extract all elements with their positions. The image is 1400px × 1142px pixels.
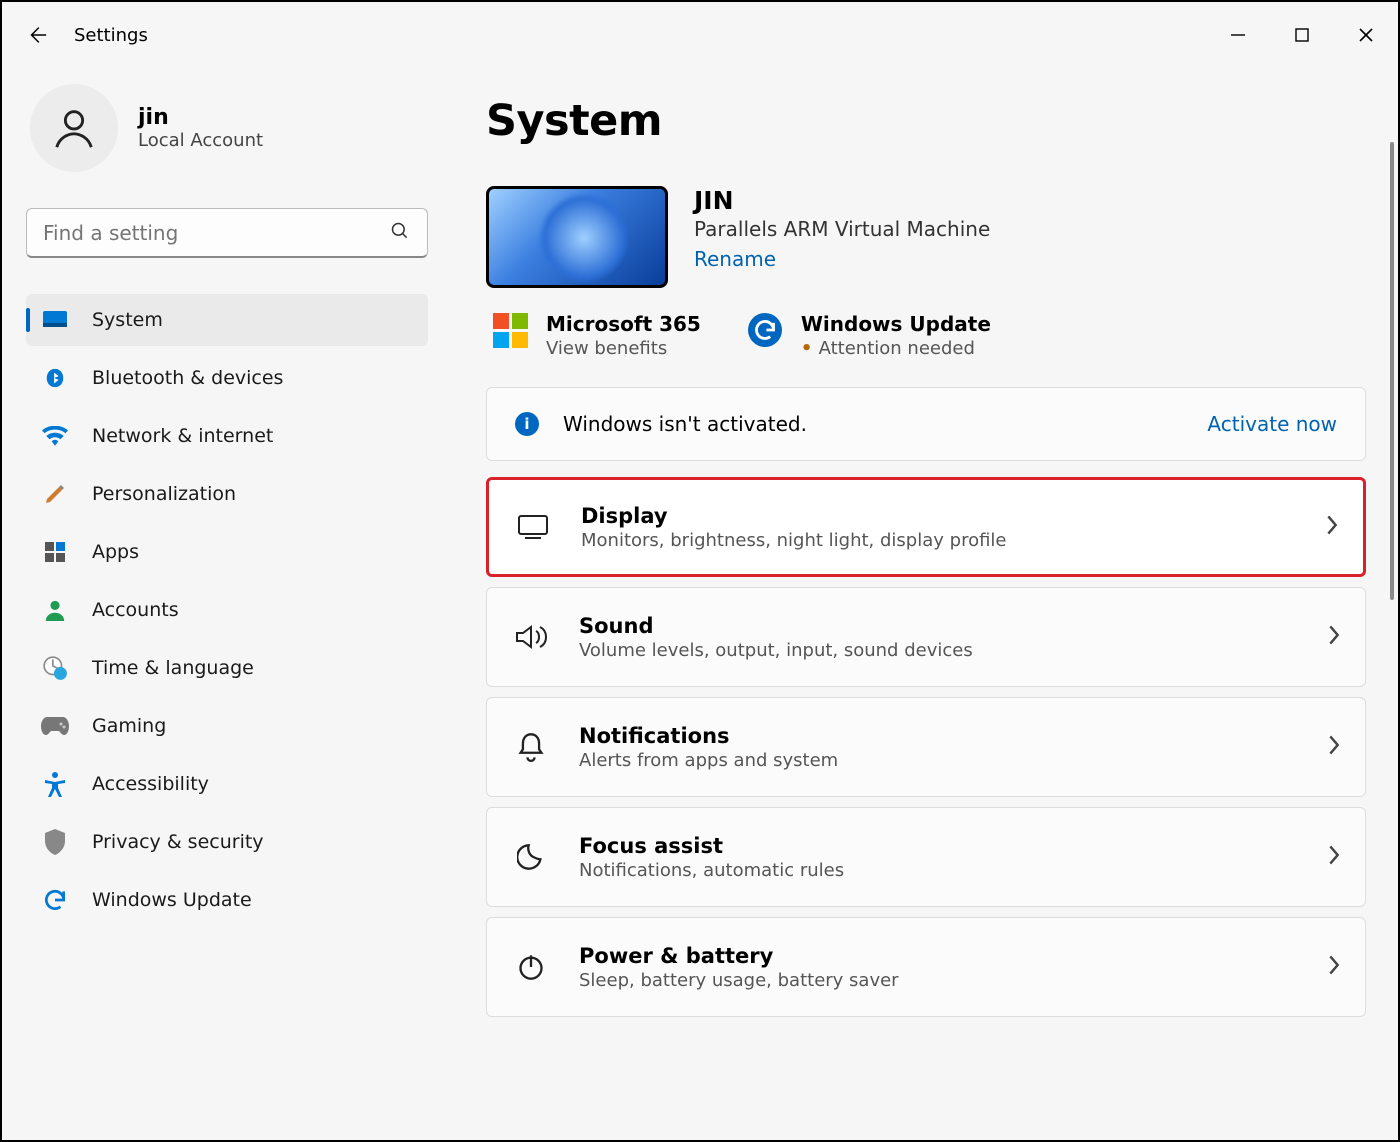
moon-icon — [511, 843, 551, 871]
bluetooth-icon — [40, 365, 70, 391]
tile-windows-update[interactable]: Windows Update Attention needed — [747, 312, 991, 359]
gamepad-icon — [40, 717, 70, 735]
pc-description: Parallels ARM Virtual Machine — [694, 217, 990, 241]
nav-label: Gaming — [92, 715, 166, 737]
chevron-right-icon — [1327, 954, 1341, 980]
card-sub: Monitors, brightness, night light, displ… — [581, 530, 1297, 551]
apps-icon — [40, 540, 70, 564]
person-icon — [51, 105, 97, 151]
profile-block[interactable]: jin Local Account — [26, 84, 428, 172]
nav-system[interactable]: System — [26, 294, 428, 346]
card-title: Notifications — [579, 724, 1299, 748]
nav-label: Apps — [92, 541, 139, 563]
profile-name: jin — [138, 105, 263, 130]
scrollbar[interactable] — [1390, 142, 1394, 600]
monitor-icon — [513, 514, 553, 540]
speaker-icon — [511, 623, 551, 651]
titlebar: Settings — [2, 2, 1398, 68]
tile-sub: View benefits — [546, 338, 701, 359]
pc-name: JIN — [694, 186, 990, 215]
card-sub: Notifications, automatic rules — [579, 860, 1299, 881]
wifi-icon — [40, 426, 70, 446]
nav-gaming[interactable]: Gaming — [26, 700, 428, 752]
card-sub: Alerts from apps and system — [579, 750, 1299, 771]
rename-link[interactable]: Rename — [694, 247, 776, 271]
tile-sub: Attention needed — [801, 338, 991, 359]
search-icon — [390, 221, 410, 245]
microsoft-logo-icon — [492, 312, 528, 348]
shield-icon — [40, 829, 70, 855]
sync-circle-icon — [747, 312, 783, 348]
bell-icon — [511, 732, 551, 762]
chevron-right-icon — [1327, 624, 1341, 650]
tile-title: Windows Update — [801, 312, 991, 336]
window-title: Settings — [74, 25, 148, 46]
pc-thumbnail — [486, 186, 668, 288]
nav-accounts[interactable]: Accounts — [26, 584, 428, 636]
nav-label: Windows Update — [92, 889, 252, 911]
close-button[interactable] — [1334, 9, 1398, 61]
card-focus-assist[interactable]: Focus assist Notifications, automatic ru… — [486, 807, 1366, 907]
search-input[interactable] — [26, 208, 428, 258]
nav-accessibility[interactable]: Accessibility — [26, 758, 428, 810]
card-title: Power & battery — [579, 944, 1299, 968]
accessibility-icon — [40, 771, 70, 797]
nav-windows-update[interactable]: Windows Update — [26, 874, 428, 926]
activate-now-link[interactable]: Activate now — [1207, 412, 1337, 436]
page-title: System — [486, 96, 1366, 146]
maximize-icon — [1295, 28, 1309, 42]
nav-label: Privacy & security — [92, 831, 264, 853]
card-sub: Volume levels, output, input, sound devi… — [579, 640, 1299, 661]
sync-icon — [40, 887, 70, 913]
chevron-right-icon — [1325, 514, 1339, 540]
nav-label: System — [92, 309, 163, 331]
close-icon — [1358, 27, 1374, 43]
nav-label: Accounts — [92, 599, 179, 621]
nav-label: Personalization — [92, 483, 236, 505]
card-title: Display — [581, 504, 1297, 528]
activation-banner: i Windows isn't activated. Activate now — [486, 387, 1366, 461]
card-sound[interactable]: Sound Volume levels, output, input, soun… — [486, 587, 1366, 687]
banner-text: Windows isn't activated. — [563, 412, 807, 436]
chevron-right-icon — [1327, 734, 1341, 760]
card-title: Sound — [579, 614, 1299, 638]
card-power-battery[interactable]: Power & battery Sleep, battery usage, ba… — [486, 917, 1366, 1017]
info-icon: i — [515, 412, 539, 436]
tile-microsoft-365[interactable]: Microsoft 365 View benefits — [492, 312, 701, 359]
profile-account-type: Local Account — [138, 130, 263, 151]
avatar — [30, 84, 118, 172]
clock-globe-icon — [40, 655, 70, 681]
nav-time-language[interactable]: Time & language — [26, 642, 428, 694]
nav-personalization[interactable]: Personalization — [26, 468, 428, 520]
sidebar: jin Local Account System Bluetooth & dev… — [2, 68, 454, 1142]
power-icon — [511, 953, 551, 981]
card-display[interactable]: Display Monitors, brightness, night ligh… — [486, 477, 1366, 577]
back-button[interactable] — [26, 11, 74, 59]
pc-info-row: JIN Parallels ARM Virtual Machine Rename — [486, 186, 1366, 288]
card-title: Focus assist — [579, 834, 1299, 858]
arrow-left-icon — [26, 24, 48, 46]
nav-privacy[interactable]: Privacy & security — [26, 816, 428, 868]
display-icon — [40, 310, 70, 330]
nav-apps[interactable]: Apps — [26, 526, 428, 578]
nav-label: Accessibility — [92, 773, 209, 795]
main-content: System JIN Parallels ARM Virtual Machine… — [454, 68, 1398, 1142]
card-sub: Sleep, battery usage, battery saver — [579, 970, 1299, 991]
minimize-button[interactable] — [1206, 9, 1270, 61]
chevron-right-icon — [1327, 844, 1341, 870]
tile-title: Microsoft 365 — [546, 312, 701, 336]
person-icon — [40, 598, 70, 622]
paintbrush-icon — [40, 482, 70, 506]
nav-bluetooth[interactable]: Bluetooth & devices — [26, 352, 428, 404]
nav-list: System Bluetooth & devices Network & int… — [26, 294, 428, 926]
card-notifications[interactable]: Notifications Alerts from apps and syste… — [486, 697, 1366, 797]
maximize-button[interactable] — [1270, 9, 1334, 61]
nav-label: Bluetooth & devices — [92, 367, 283, 389]
nav-label: Network & internet — [92, 425, 273, 447]
nav-label: Time & language — [92, 657, 254, 679]
minimize-icon — [1230, 27, 1246, 43]
nav-network[interactable]: Network & internet — [26, 410, 428, 462]
